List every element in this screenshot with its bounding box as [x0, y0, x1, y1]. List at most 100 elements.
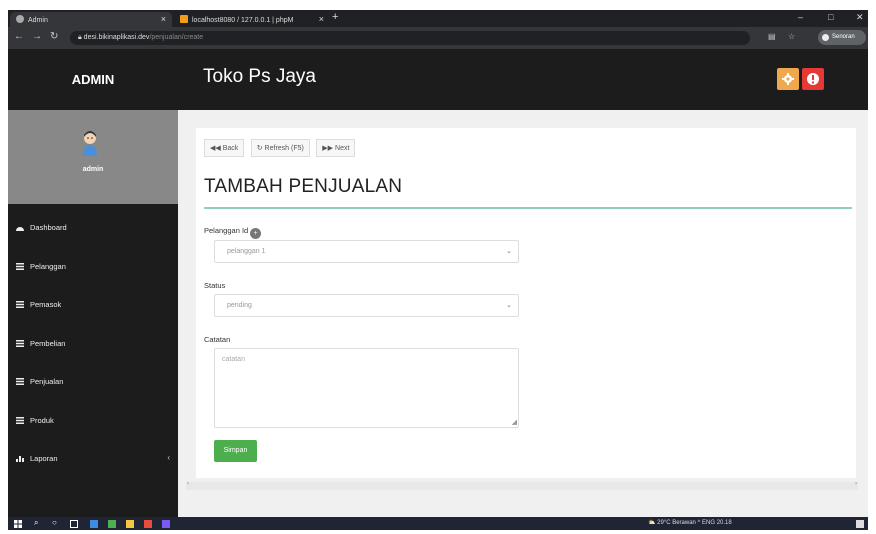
profile-label: Senoran — [832, 34, 855, 40]
scroll-right-icon[interactable]: › — [855, 481, 857, 487]
search-icon[interactable]: ⌕ — [34, 518, 42, 527]
url-host: desi.bikinaplikasi.dev — [83, 34, 150, 41]
file-explorer-icon[interactable] — [126, 520, 134, 528]
sidebar-item-label: Dashboard — [30, 223, 67, 232]
bookmark-star-icon[interactable]: ☆ — [788, 32, 795, 41]
scroll-left-icon[interactable]: ‹ — [187, 481, 189, 487]
app-icon[interactable] — [108, 520, 116, 528]
tab-favicon-icon — [180, 15, 188, 23]
status-label: Status — [204, 281, 226, 290]
add-pelanggan-icon[interactable]: + — [250, 228, 262, 239]
form-panel: ◀◀ Back ↻ Refresh (F5) ▶▶ Next TAMBAH PE… — [196, 128, 856, 478]
brand-logo[interactable]: ADMIN — [8, 49, 178, 110]
close-tab-icon[interactable]: × — [161, 14, 166, 24]
sidebar-item-label: Produk — [30, 415, 54, 425]
app-icon[interactable] — [144, 520, 152, 528]
chart-icon — [16, 456, 24, 462]
notification-icon[interactable] — [856, 520, 864, 528]
list-icon — [16, 262, 24, 270]
status-select[interactable]: pending ⌄ — [214, 294, 519, 317]
system-tray[interactable]: ⛅ 29°C Berawan ^ ENG 20.18 — [648, 519, 732, 526]
sidebar-item-pelanggan[interactable]: Pelanggan — [8, 249, 178, 288]
save-button[interactable]: Simpan — [214, 440, 257, 462]
sidebar-item-penjualan[interactable]: Penjualan — [8, 364, 178, 403]
catatan-textarea[interactable]: catatan ◢ — [214, 348, 519, 428]
chevron-left-icon: ‹ — [167, 453, 170, 462]
refresh-icon: ↻ — [256, 145, 265, 152]
back-label: Back — [222, 145, 239, 152]
sidebar-item-pemasok[interactable]: Pemasok — [8, 287, 178, 326]
resize-handle-icon[interactable]: ◢ — [512, 418, 517, 426]
action-toolbar: ◀◀ Back ↻ Refresh (F5) ▶▶ Next — [204, 137, 357, 157]
os-taskbar: ⌕ ○ ⛅ 29°C Berawan ^ ENG 20.18 — [8, 517, 868, 530]
forward-arrow-icon[interactable]: → — [32, 31, 42, 42]
avatar — [83, 131, 97, 156]
url-path: /penjualan/create — [149, 34, 204, 41]
next-button[interactable]: ▶▶ Next — [316, 139, 356, 157]
alert-button[interactable] — [802, 68, 824, 90]
browser-tab-phpmyadmin[interactable]: localhost8080 / 127.0.0.1 | phpM × — [174, 12, 330, 27]
tab-title: Admin — [28, 17, 48, 24]
user-panel: admin — [8, 110, 178, 204]
sidebar-item-produk[interactable]: Produk — [8, 403, 178, 442]
sidebar-item-pembelian[interactable]: Pembelian — [8, 326, 178, 365]
sidebar-menu: Dashboard Pelanggan Pemasok Pembelian Pe… — [8, 210, 178, 480]
reload-icon[interactable]: ↻ — [50, 31, 58, 42]
maximize-icon[interactable]: □ — [828, 12, 833, 22]
browser-tab-bar: Admin × localhost8080 / 127.0.0.1 | phpM… — [8, 10, 868, 27]
screen: Admin × localhost8080 / 127.0.0.1 | phpM… — [8, 10, 868, 530]
sidebar-item-label: Pembelian — [30, 338, 66, 348]
back-icon: ◀◀ — [210, 145, 223, 152]
tab-title: localhost8080 / 127.0.0.1 | phpM — [192, 17, 294, 24]
list-icon — [16, 416, 24, 424]
app-header: ADMIN Toko Ps Jaya — [8, 49, 868, 110]
settings-button[interactable] — [777, 68, 799, 90]
pelanggan-field-label: Pelanggan Id + — [204, 226, 262, 239]
page-title: TAMBAH PENJUALAN — [204, 176, 403, 197]
weather-icon: ⛅ — [648, 520, 658, 526]
task-view-icon[interactable] — [70, 520, 78, 528]
app-icon[interactable] — [162, 520, 170, 528]
new-tab-icon[interactable]: + — [332, 11, 338, 23]
refresh-button[interactable]: ↻ Refresh (F5) — [250, 139, 310, 157]
extensions-icon[interactable]: ▤ — [768, 32, 776, 41]
browser-address-bar: ← → ↻ 🔒︎ desi.bikinaplikasi.dev/penjuala… — [8, 27, 868, 49]
back-arrow-icon[interactable]: ← — [14, 31, 24, 42]
pelanggan-select[interactable]: pelanggan 1 ⌄ — [214, 240, 519, 263]
tray-text: 29°C Berawan ^ ENG 20.18 — [657, 520, 732, 526]
sidebar: admin Dashboard Pelanggan Pemasok Pembel… — [8, 110, 178, 517]
app-title: Toko Ps Jaya — [203, 66, 316, 87]
url-field[interactable]: 🔒︎ desi.bikinaplikasi.dev/penjualan/crea… — [70, 31, 750, 45]
title-divider — [204, 207, 852, 209]
gear-icon — [782, 73, 794, 85]
list-icon — [16, 301, 24, 308]
username: admin — [82, 166, 104, 173]
sidebar-item-label: Pemasok — [30, 300, 62, 309]
horizontal-scrollbar[interactable]: ‹ › — [186, 481, 858, 490]
tab-favicon-icon — [16, 15, 24, 23]
close-tab-icon[interactable]: × — [319, 14, 324, 24]
sidebar-item-label: Penjualan — [30, 377, 64, 386]
list-icon — [16, 378, 24, 385]
profile-button[interactable]: Senoran — [818, 30, 866, 45]
minimize-icon[interactable]: – — [798, 12, 803, 22]
status-selected-value: pending — [227, 302, 252, 309]
list-icon — [16, 339, 24, 347]
chevron-down-icon: ⌄ — [506, 248, 512, 255]
exclamation-icon — [807, 73, 819, 85]
sidebar-item-label: Pelanggan — [30, 261, 66, 271]
refresh-label: Refresh (F5) — [264, 145, 304, 152]
cortana-icon[interactable]: ○ — [52, 518, 60, 527]
close-window-icon[interactable]: ✕ — [856, 12, 864, 23]
windows-start-icon[interactable] — [14, 520, 22, 528]
browser-tab-admin[interactable]: Admin × — [10, 12, 172, 27]
main-content: ◀◀ Back ↻ Refresh (F5) ▶▶ Next TAMBAH PE… — [178, 110, 868, 517]
store-icon[interactable] — [90, 520, 98, 528]
sidebar-item-dashboard[interactable]: Dashboard — [8, 210, 178, 249]
sidebar-item-laporan[interactable]: Laporan ‹ — [8, 441, 178, 480]
next-label: Next — [335, 145, 350, 152]
pelanggan-selected-value: pelanggan 1 — [227, 248, 266, 255]
catatan-placeholder: catatan — [222, 356, 245, 363]
back-button[interactable]: ◀◀ Back — [204, 139, 245, 157]
next-icon: ▶▶ — [322, 145, 336, 152]
